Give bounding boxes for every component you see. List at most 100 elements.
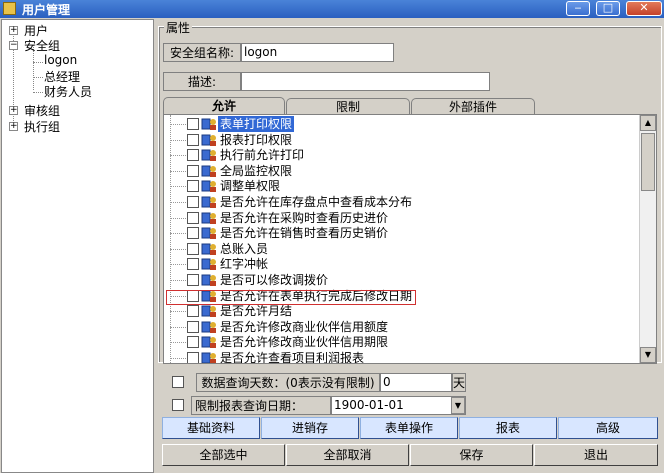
select-all-button[interactable]: 全部选中 — [162, 444, 285, 466]
query-days-field[interactable]: 0 — [380, 373, 452, 392]
permission-label: 是否允许在销售时查看历史销价 — [220, 226, 389, 241]
query-days-label: 数据查询天数：(0表示没有限制) — [196, 373, 380, 392]
permission-row[interactable]: 是否允许查看项目利润报表 — [164, 350, 634, 364]
permission-checkbox[interactable] — [187, 352, 199, 363]
query-days-unit: 天 — [452, 373, 466, 392]
permission-row[interactable]: 是否允许在表单执行完成后修改日期 — [164, 288, 634, 304]
permission-checkbox[interactable] — [187, 133, 199, 146]
permission-checkbox[interactable] — [187, 180, 199, 193]
tree-node-security-group[interactable]: 安全组 — [24, 37, 60, 54]
scroll-thumb[interactable] — [641, 133, 655, 191]
window-title: 用户管理 — [22, 3, 71, 17]
list-scrollbar[interactable]: ▲ ▼ — [639, 115, 656, 363]
category-button-forms[interactable]: 表单操作 — [360, 417, 458, 439]
permission-checkbox[interactable] — [187, 289, 199, 302]
close-button[interactable]: ✕ — [626, 1, 662, 16]
query-days-checkbox[interactable] — [172, 376, 184, 388]
permission-label: 红字冲帐 — [220, 257, 269, 272]
permission-label: 全局监控权限 — [220, 163, 293, 178]
deselect-all-button[interactable]: 全部取消 — [286, 444, 409, 466]
tab-restrict[interactable]: 限制 — [286, 98, 410, 115]
permission-checkbox[interactable] — [187, 118, 199, 130]
permission-checkbox[interactable] — [187, 336, 199, 349]
report-date-checkbox[interactable] — [172, 399, 184, 411]
tab-plugins[interactable]: 外部插件 — [411, 98, 535, 115]
tree-node-audit-group[interactable]: 审核组 — [24, 102, 60, 119]
category-button-basic[interactable]: 基础资料 — [162, 417, 260, 439]
report-date-label: 限制报表查询日期： — [191, 396, 331, 415]
permission-row[interactable]: 是否允许在库存盘点中查看成本分布 — [164, 194, 634, 210]
tree-node-finance-staff[interactable]: 财务人员 — [44, 83, 92, 100]
description-field[interactable] — [241, 72, 490, 91]
permission-row[interactable]: 总账入员 — [164, 241, 634, 257]
collapse-icon[interactable]: − — [9, 41, 18, 50]
category-button-inventory[interactable]: 进销存 — [261, 417, 359, 439]
permission-label: 是否可以修改调拨价 — [220, 273, 329, 287]
permission-label: 是否允许修改商业伙伴信用额度 — [220, 319, 389, 334]
scroll-up-icon[interactable]: ▲ — [640, 115, 656, 131]
exit-button[interactable]: 退出 — [534, 444, 658, 466]
permission-row[interactable]: 是否允许修改商业伙伴信用额度 — [164, 319, 634, 335]
permission-icon — [201, 258, 216, 271]
permission-icon — [201, 305, 216, 318]
scroll-down-icon[interactable]: ▼ — [640, 347, 656, 363]
permission-icon — [201, 118, 216, 130]
permission-row[interactable]: 全局监控权限 — [164, 163, 634, 179]
category-button-advanced[interactable]: 高级 — [558, 417, 658, 439]
permission-checkbox[interactable] — [187, 211, 199, 224]
permission-label: 是否允许月结 — [220, 304, 293, 319]
permission-row[interactable]: 是否允许月结 — [164, 303, 634, 319]
permission-row[interactable]: 是否允许修改商业伙伴信用期限 — [164, 334, 634, 350]
permission-icon — [201, 227, 216, 240]
permission-checkbox[interactable] — [187, 196, 199, 208]
permission-row[interactable]: 红字冲帐 — [164, 256, 634, 272]
expand-icon[interactable]: + — [9, 122, 18, 131]
permission-icon — [201, 196, 216, 208]
permission-row[interactable]: 是否允许在采购时查看历史进价 — [164, 210, 634, 226]
expand-icon[interactable]: + — [9, 26, 18, 35]
permission-checkbox[interactable] — [187, 320, 199, 333]
tree-node-exec-group[interactable]: 执行组 — [24, 118, 60, 135]
permission-icon — [201, 290, 216, 302]
permission-label: 是否允许查看项目利润报表 — [220, 351, 365, 364]
category-button-reports[interactable]: 报表 — [459, 417, 557, 439]
permission-checkbox[interactable] — [187, 274, 199, 286]
permission-row[interactable]: 报表打印权限 — [164, 132, 634, 148]
group-name-label: 安全组名称: — [163, 43, 241, 62]
permission-icon — [201, 352, 216, 363]
permission-label: 是否允许在表单执行完成后修改日期 — [220, 288, 413, 303]
description-label: 描述: — [163, 72, 241, 91]
dropdown-arrow-icon[interactable]: ▼ — [451, 397, 465, 414]
permission-icon — [201, 149, 216, 162]
permission-row[interactable]: 表单打印权限 — [164, 116, 634, 132]
permission-label: 总账入员 — [220, 241, 269, 256]
permission-checkbox[interactable] — [187, 258, 199, 271]
permission-label: 是否允许在采购时查看历史进价 — [220, 210, 389, 225]
permission-row[interactable]: 是否允许在销售时查看历史销价 — [164, 225, 634, 241]
permission-label: 是否允许在库存盘点中查看成本分布 — [220, 195, 413, 209]
maximize-button[interactable]: □ — [596, 1, 620, 16]
permission-label: 是否允许修改商业伙伴信用期限 — [220, 335, 389, 350]
group-name-field[interactable]: logon — [241, 43, 394, 62]
permission-row[interactable]: 是否可以修改调拨价 — [164, 272, 634, 288]
permission-icon — [201, 336, 216, 349]
permission-label: 报表打印权限 — [220, 132, 293, 147]
permission-row[interactable]: 执行前允许打印 — [164, 147, 634, 163]
permission-icon — [201, 165, 216, 177]
permission-row[interactable]: 调整单权限 — [164, 178, 634, 194]
title-bar: 用户管理 ‒ □ ✕ — [0, 0, 664, 18]
permission-checkbox[interactable] — [187, 305, 199, 318]
report-date-field[interactable]: 1900-01-01 — [331, 396, 466, 415]
permission-checkbox[interactable] — [187, 227, 199, 240]
permission-checkbox[interactable] — [187, 164, 199, 177]
permission-checkbox[interactable] — [187, 149, 199, 162]
group-tree[interactable]: + 用户 − 安全组 logon 总经理 财务人员 + 审核组 + 执行组 — [1, 19, 154, 473]
minimize-button[interactable]: ‒ — [566, 1, 590, 16]
expand-icon[interactable]: + — [9, 106, 18, 115]
permission-checkbox[interactable] — [187, 242, 199, 255]
permission-label: 调整单权限 — [220, 179, 281, 194]
permission-icon — [201, 180, 216, 193]
permission-list[interactable]: 表单打印权限 报表打印权限 执行前允许打印 全局监控权限 调整单权限 是否允许在库存盘点中… — [163, 114, 657, 364]
tree-node-logon[interactable]: logon — [44, 53, 77, 67]
save-button[interactable]: 保存 — [410, 444, 533, 466]
